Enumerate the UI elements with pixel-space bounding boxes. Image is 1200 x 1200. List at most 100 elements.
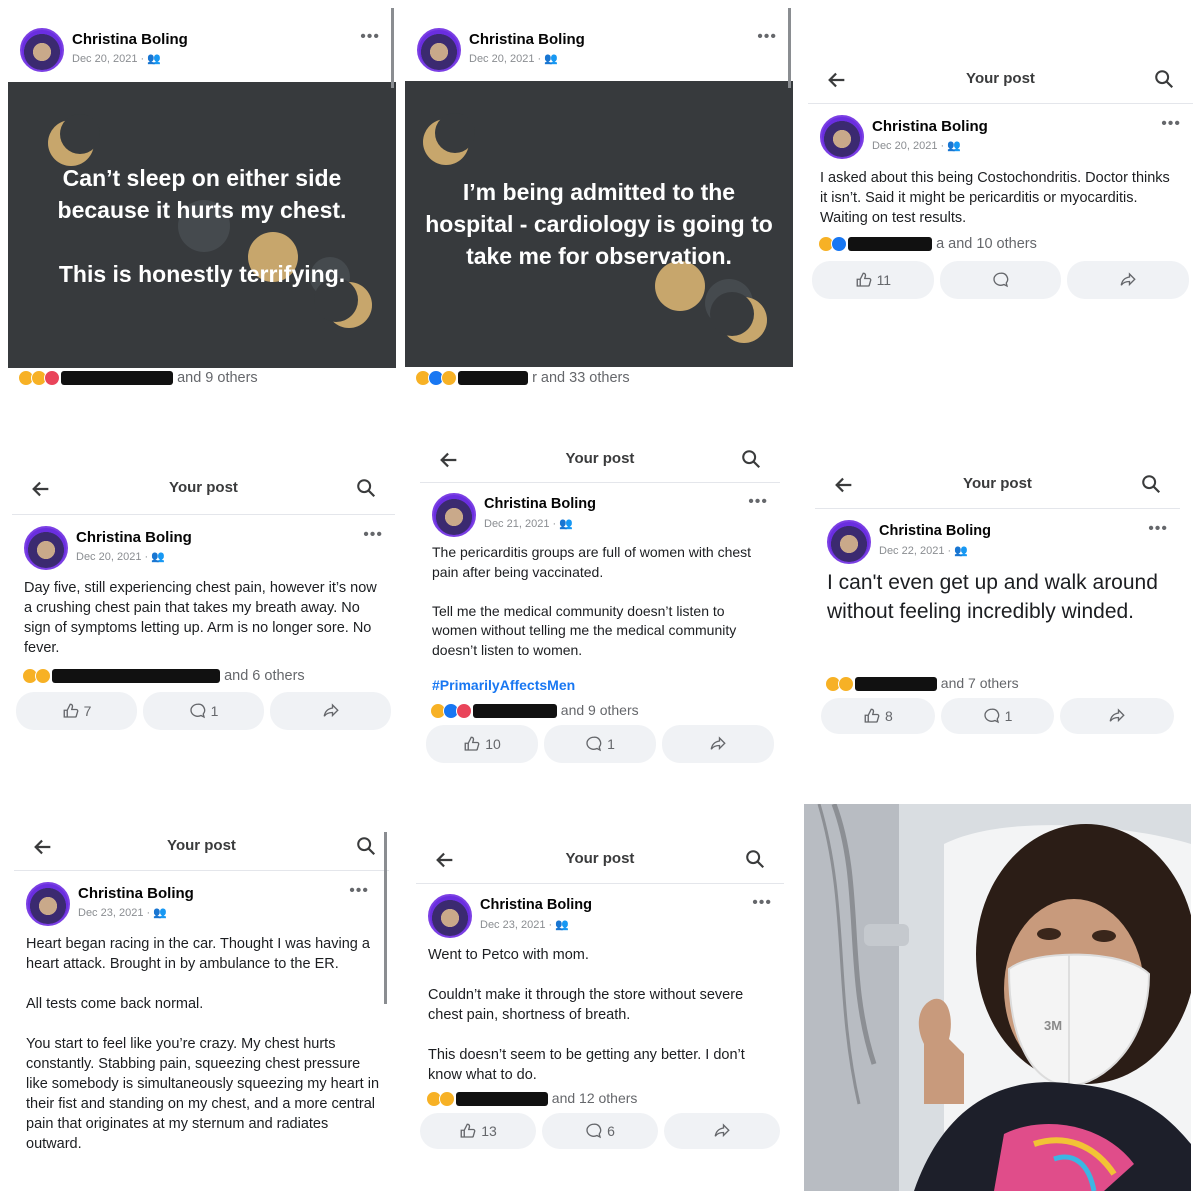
redaction	[854, 677, 937, 692]
redaction	[472, 704, 557, 719]
more-options-icon[interactable]: •••	[757, 28, 777, 46]
post-panel-6: Your post Christina Boling Dec 22, 2021 …	[815, 460, 1180, 740]
more-options-icon[interactable]: •••	[752, 894, 772, 912]
redaction	[455, 1092, 548, 1107]
redaction	[52, 669, 221, 684]
reactions-summary[interactable]: and 9 others	[18, 370, 258, 390]
page-title: Your post	[565, 450, 635, 467]
action-bar: 10 1	[426, 725, 774, 763]
share-icon	[1120, 272, 1136, 287]
like-button[interactable]: 7	[16, 692, 137, 730]
moon-icon	[710, 292, 754, 336]
avatar[interactable]	[432, 493, 476, 537]
post-panel-7: Your post Christina Boling Dec 23, 2021 …	[14, 822, 389, 1162]
like-button[interactable]: 11	[812, 261, 934, 299]
avatar[interactable]	[417, 28, 461, 72]
author-name[interactable]: Christina Boling	[879, 523, 991, 539]
author-name[interactable]: Christina Boling	[872, 118, 988, 135]
author-name[interactable]: Christina Boling	[484, 496, 596, 512]
search-icon[interactable]	[355, 477, 377, 499]
share-button[interactable]	[662, 725, 774, 763]
more-options-icon[interactable]: •••	[363, 526, 383, 544]
post-text: Heart began racing in the car. Thought I…	[26, 936, 380, 1152]
text-card: Can’t sleep on either side because it hu…	[8, 82, 396, 368]
search-icon[interactable]	[1140, 473, 1162, 495]
friends-icon: 👥	[947, 140, 961, 152]
scrollbar[interactable]	[384, 832, 387, 1004]
post-header: Christina Boling Dec 20, 2021 · 👥 •••	[820, 115, 1185, 165]
more-options-icon[interactable]: •••	[360, 28, 380, 46]
comment-button[interactable]: 1	[143, 692, 264, 730]
post-date: Dec 20, 2021 · 👥	[469, 53, 558, 65]
post-text: Went to Petco with mom. Couldn’t make it…	[428, 947, 745, 1083]
top-bar: Your post	[420, 435, 780, 483]
friends-icon: 👥	[151, 551, 165, 563]
comment-icon	[992, 272, 1008, 288]
like-button[interactable]: 10	[426, 725, 538, 763]
comment-icon	[983, 708, 999, 724]
share-icon	[714, 1123, 730, 1138]
avatar[interactable]	[428, 894, 472, 938]
top-bar: Your post	[808, 55, 1193, 104]
post-panel-4: Your post Christina Boling Dec 20, 2021 …	[12, 464, 395, 736]
like-button[interactable]: 13	[420, 1113, 536, 1149]
like-icon	[856, 272, 871, 287]
author-name[interactable]: Christina Boling	[469, 31, 585, 48]
post-text: I asked about this being Costochondritis…	[820, 170, 1170, 226]
search-icon[interactable]	[355, 835, 377, 857]
author-name[interactable]: Christina Boling	[72, 31, 188, 48]
avatar[interactable]	[26, 882, 70, 926]
comment-button[interactable]: 1	[544, 725, 656, 763]
comment-button[interactable]: 6	[542, 1113, 658, 1149]
post-header: Christina Boling Dec 20, 2021 · 👥 •••	[417, 28, 787, 78]
more-options-icon[interactable]: •••	[748, 493, 768, 511]
friends-icon: 👥	[954, 545, 968, 557]
more-options-icon[interactable]: •••	[349, 882, 369, 900]
reactions-summary[interactable]: r and 33 others	[415, 370, 630, 390]
action-bar: 7 1	[16, 692, 391, 730]
more-options-icon[interactable]: •••	[1148, 520, 1168, 538]
author-name[interactable]: Christina Boling	[78, 885, 194, 902]
post-text: I can't even get up and walk around with…	[827, 571, 1158, 623]
search-icon[interactable]	[744, 848, 766, 870]
reactions-summary[interactable]: a and 10 others	[818, 236, 1037, 256]
like-icon	[464, 736, 480, 751]
author-name[interactable]: Christina Boling	[480, 897, 592, 913]
top-bar: Your post	[416, 835, 784, 884]
friends-icon: 👥	[544, 53, 558, 65]
reactions-summary[interactable]: and 9 others	[430, 702, 639, 722]
scrollbar[interactable]	[391, 8, 394, 88]
search-icon[interactable]	[740, 448, 762, 470]
reactions-summary[interactable]: and 7 others	[825, 675, 1019, 695]
share-button[interactable]	[664, 1113, 780, 1149]
post-date: Dec 21, 2021 · 👥	[484, 518, 573, 530]
author-name[interactable]: Christina Boling	[76, 529, 192, 546]
reactions-summary[interactable]: and 6 others	[22, 668, 305, 688]
share-icon	[323, 703, 339, 718]
avatar[interactable]	[827, 520, 871, 564]
avatar[interactable]	[820, 115, 864, 159]
avatar[interactable]	[24, 526, 68, 570]
share-button[interactable]	[1060, 698, 1175, 734]
comment-button[interactable]: 1	[940, 698, 1055, 734]
redaction	[458, 371, 529, 386]
hospital-selfie-photo: 3M	[804, 804, 1191, 1191]
like-button[interactable]: 8	[821, 698, 935, 734]
comment-icon	[586, 736, 602, 752]
share-button[interactable]	[1067, 261, 1190, 299]
avatar[interactable]	[20, 28, 64, 72]
scrollbar[interactable]	[788, 8, 791, 88]
post-date: Dec 20, 2021 · 👥	[72, 53, 161, 65]
post-panel-1: Christina Boling Dec 20, 2021 · 👥 ••• Ca…	[8, 8, 398, 398]
search-icon[interactable]	[1153, 68, 1175, 90]
post-date: Dec 22, 2021 · 👥	[879, 545, 968, 557]
more-options-icon[interactable]: •••	[1161, 115, 1181, 133]
comment-button[interactable]	[939, 261, 1062, 299]
comment-icon	[189, 703, 205, 719]
share-button[interactable]	[270, 692, 391, 730]
reactions-summary[interactable]: and 12 others	[426, 1090, 637, 1110]
top-bar: Your post	[14, 822, 389, 871]
share-icon	[1109, 708, 1125, 723]
hashtag-link[interactable]: #PrimarilyAffectsMen	[432, 677, 575, 693]
selfie-illustration: 3M	[804, 804, 1191, 1191]
